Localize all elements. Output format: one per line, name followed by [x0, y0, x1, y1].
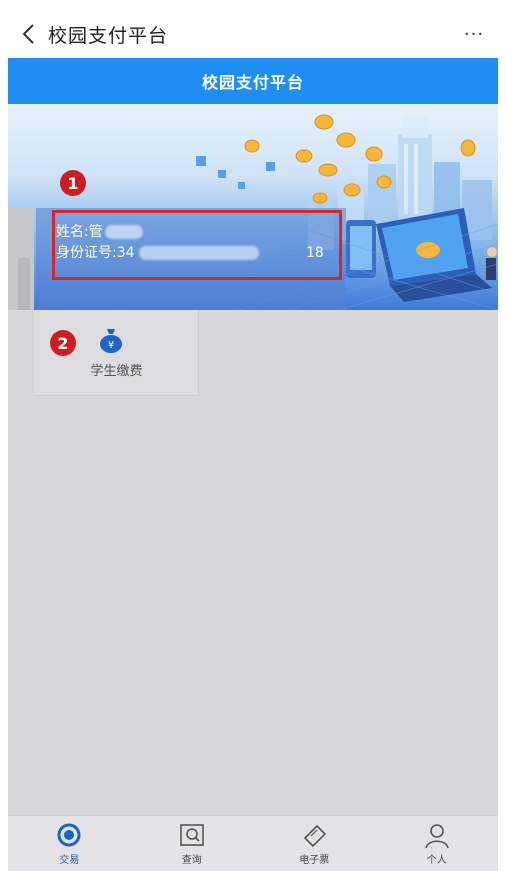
ticket-icon [304, 824, 327, 847]
name-redaction [104, 225, 143, 239]
annotation-badge-1: 1 [60, 170, 86, 196]
user-name-label: 姓名:管 [56, 224, 103, 240]
chevron-left-icon [22, 24, 34, 44]
user-name-row: 姓名:管 [56, 222, 259, 243]
bottom-tab-bar: 交易 查询 电子票 个人 [8, 815, 498, 871]
screen: 校园支付平台 ··· 校园支付平台 姓名:管 身份证号:34 18 1 ¥ 学生… [0, 0, 505, 871]
user-id-row: 身份证号:34 [56, 243, 259, 264]
page-header: 校园支付平台 [8, 58, 498, 104]
tab-e-ticket[interactable]: 电子票 [253, 816, 376, 871]
title-bar: 校园支付平台 ··· [8, 10, 498, 58]
back-button[interactable] [8, 10, 48, 58]
user-info-card: 姓名:管 身份证号:34 18 [8, 208, 498, 310]
person-icon [424, 823, 449, 848]
user-info-text: 姓名:管 身份证号:34 [56, 222, 259, 264]
tab-label: 查询 [181, 854, 202, 866]
money-bag-icon: ¥ [100, 329, 122, 353]
page-title: 校园支付平台 [201, 73, 304, 92]
service-label: 学生缴费 [90, 364, 143, 379]
more-menu-button[interactable]: ··· [450, 10, 498, 58]
app-title: 校园支付平台 [48, 24, 169, 47]
tab-label: 交易 [59, 854, 80, 866]
id-redaction [138, 246, 259, 260]
tab-query[interactable]: 查询 [131, 816, 254, 871]
tab-personal[interactable]: 个人 [376, 816, 499, 871]
annotation-badge-2: 2 [50, 330, 76, 356]
tab-transaction[interactable]: 交易 [8, 816, 131, 871]
svg-text:¥: ¥ [108, 340, 114, 351]
tab-label: 电子票 [299, 854, 330, 866]
tab-label: 个人 [426, 854, 447, 866]
user-id-suffix: 18 [306, 245, 324, 261]
transaction-icon [57, 823, 81, 846]
search-icon [179, 823, 204, 846]
user-id-label: 身份证号:34 [56, 245, 135, 261]
